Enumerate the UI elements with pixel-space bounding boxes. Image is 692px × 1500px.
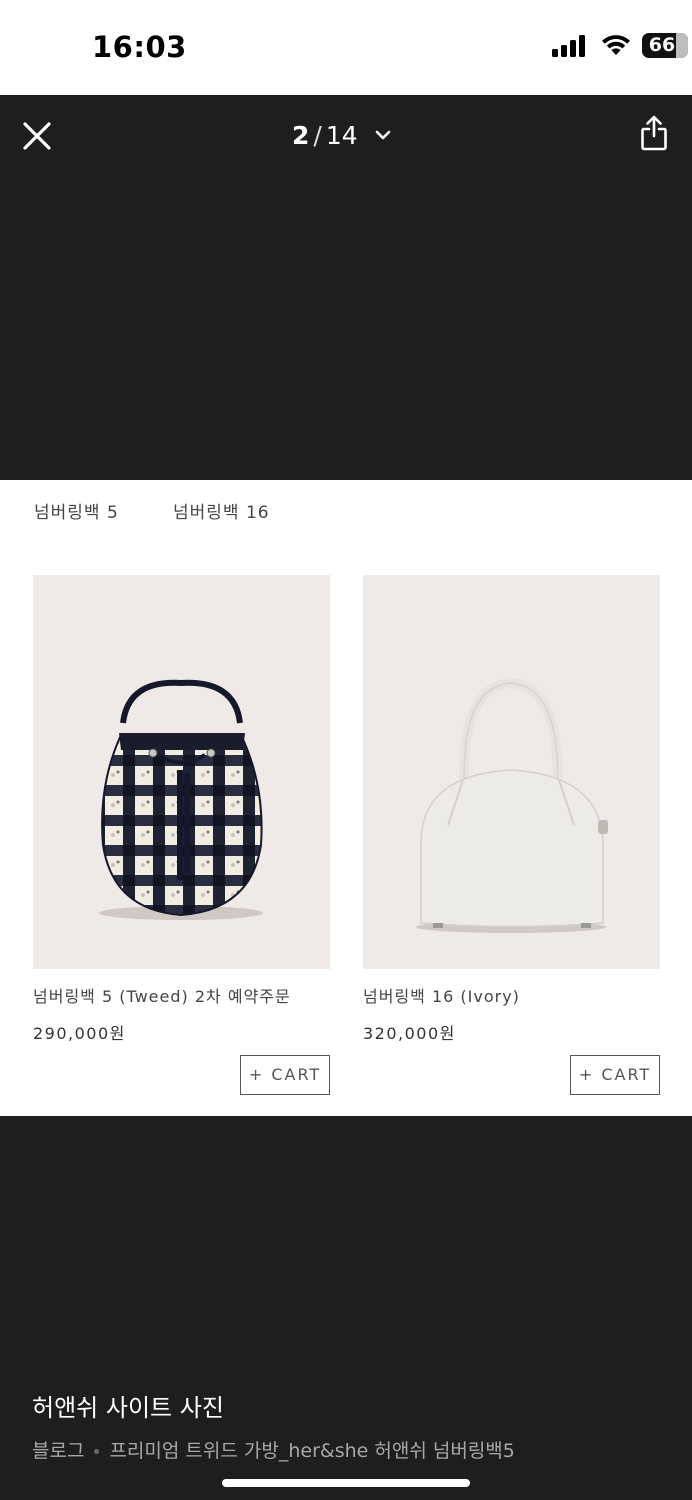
chevron-down-icon[interactable] [375,127,391,143]
product-name[interactable]: 넘버링백 5 (Tweed) 2차 예약주문 [33,983,291,1007]
separator-dot [94,1449,100,1454]
current-page: 2 [292,121,310,150]
source-description: 프리미엄 트위드 가방_her&she 허앤쉬 넘버링백5 [109,1440,515,1462]
product-name[interactable]: 넘버링백 16 (Ivory) [363,983,520,1007]
add-to-cart-button[interactable]: + CART [240,1055,330,1095]
add-to-cart-button[interactable]: + CART [570,1055,660,1095]
wifi-icon [602,35,630,55]
page-counter[interactable]: 2/14 [292,121,358,150]
close-icon[interactable] [22,121,52,151]
cellular-signal-icon [552,35,585,57]
source-type: 블로그 [32,1440,85,1462]
tab-numbering-bag-5[interactable]: 넘버링백 5 [34,498,119,523]
product-image[interactable] [33,575,330,969]
tab-numbering-bag-16[interactable]: 넘버링백 16 [173,498,270,523]
product-price: 290,000원 [33,1024,126,1043]
product-image[interactable] [363,575,660,969]
page-separator: / [313,121,322,150]
product-price: 320,000원 [363,1024,456,1043]
photo-caption-source[interactable]: 블로그 프리미엄 트위드 가방_her&she 허앤쉬 넘버링백5 [32,1436,515,1463]
photo-caption-title: 허앤쉬 사이트 사진 [32,1394,224,1422]
product-screenshot: 넘버링백 5 넘버링백 16 넘버링백 5 (Tweed) 2차 예약주문 29… [0,480,692,1116]
tweed-bucket-bag-image [99,679,263,920]
home-indicator[interactable] [222,1479,470,1487]
battery-icon: 66 [642,33,688,58]
battery-level: 66 [648,34,676,56]
share-icon[interactable] [640,114,668,152]
status-bar: 16:03 66 [0,0,692,95]
total-pages: 14 [325,121,358,150]
status-time: 16:03 [92,30,187,64]
ivory-dome-bag-image [416,677,608,933]
product-card: 넘버링백 5 (Tweed) 2차 예약주문 290,000원 + CART [33,575,330,1095]
product-card: 넘버링백 16 (Ivory) 320,000원 + CART [363,575,660,1095]
